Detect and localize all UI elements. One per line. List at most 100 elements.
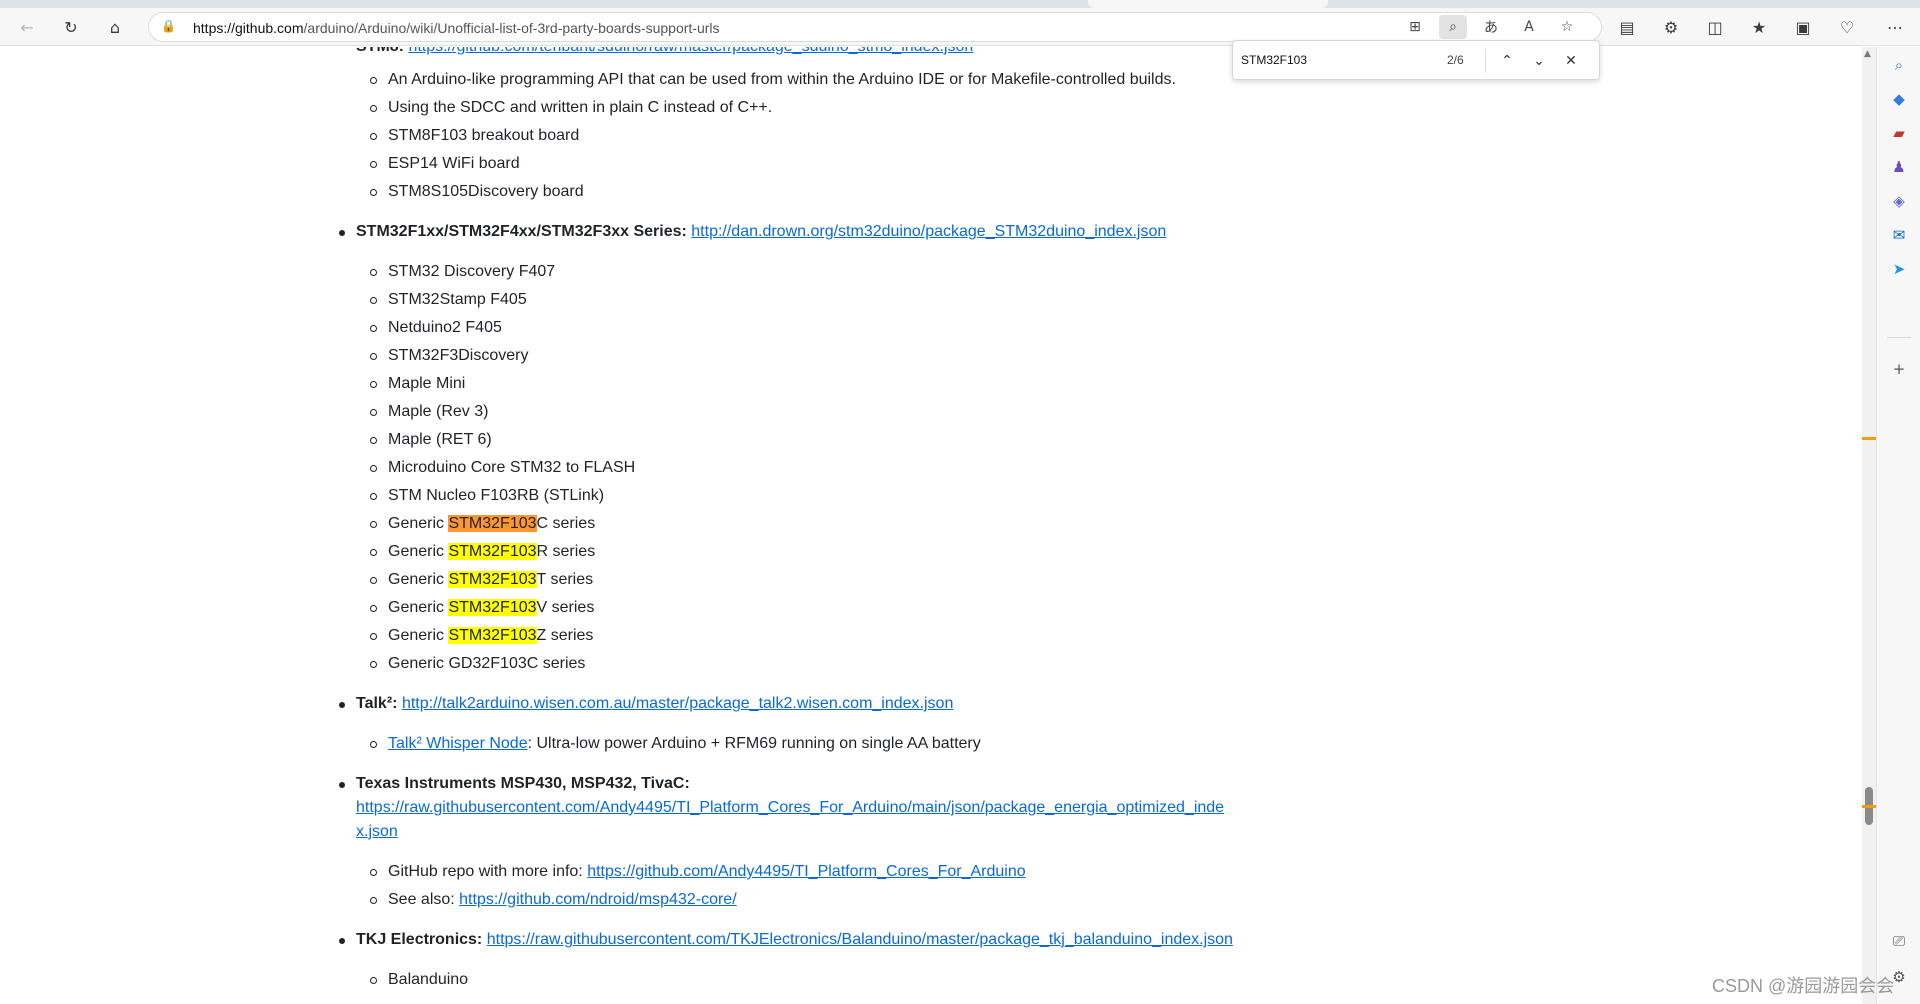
talk2-index-link[interactable]: http://talk2arduino.wisen.com.au/master/… — [402, 695, 953, 712]
item-prefix: Generic — [388, 571, 449, 588]
sidebar-screenshot-button[interactable]: ⎚ — [1885, 927, 1913, 955]
tab-actions-button[interactable]: ▤ — [1612, 12, 1642, 42]
sidebar-drop-button[interactable]: ➤ — [1885, 255, 1913, 283]
sidebar-tools-button[interactable]: ▰ — [1885, 119, 1913, 147]
list-item: STM Nucleo F103RB (STLink) — [388, 487, 605, 504]
ti-index-link[interactable]: https://raw.githubusercontent.com/Andy44… — [356, 799, 1224, 816]
bullet — [370, 409, 377, 416]
extensions-button[interactable]: ⚙ — [1656, 12, 1686, 42]
item-text: : Ultra-low power Arduino + RFM69 runnin… — [527, 735, 981, 752]
refresh-icon: ↻ — [64, 17, 78, 37]
find-highlight-current: STM32F103 — [448, 515, 537, 532]
bullet — [339, 782, 345, 788]
collections-button[interactable]: ▣ — [1788, 12, 1818, 42]
back-button[interactable]: ← — [12, 12, 42, 42]
vertical-scrollbar[interactable]: ▲ — [1862, 47, 1876, 1004]
bullet — [370, 741, 377, 748]
find-highlight: STM32F103 — [448, 571, 537, 588]
sidebar-search-button[interactable]: ⌕ — [1885, 51, 1913, 79]
edge-sidebar: ⌕ ◆ ▰ ♟ ◈ ✉ ➤ + ⎚ ⚙ — [1876, 47, 1920, 1004]
entry-label: Texas Instruments MSP430, MSP432, TivaC: — [356, 775, 690, 792]
list-item: Maple Mini — [388, 375, 466, 392]
home-icon: ⌂ — [109, 17, 121, 37]
bullet — [370, 577, 377, 584]
find-next-button[interactable]: ⌄ — [1527, 49, 1551, 73]
address-bar[interactable]: 🔒 https://github.com/arduino/Arduino/wik… — [148, 12, 1602, 42]
bullet — [370, 325, 377, 332]
list-item: STM8F103 breakout board — [388, 127, 580, 144]
item-suffix: T series — [536, 571, 594, 588]
find-match-marker — [1862, 437, 1876, 440]
bullet — [339, 230, 345, 236]
whisper-node-link[interactable]: Talk² Whisper Node — [388, 735, 528, 752]
sidebar-shopping-button[interactable]: ◆ — [1885, 85, 1913, 113]
find-match-marker — [1862, 805, 1876, 808]
bullet — [370, 381, 377, 388]
find-previous-button[interactable]: ⌃ — [1495, 49, 1519, 73]
browser-essentials-button[interactable]: ♡ — [1832, 12, 1862, 42]
web-page: STM8: https://github.com/tenbaht/sduino/… — [0, 47, 1866, 1004]
item-prefix: Generic — [388, 543, 449, 560]
list-item: Generic GD32F103C series — [388, 655, 586, 672]
bullet — [370, 269, 377, 276]
find-highlight: STM32F103 — [448, 627, 537, 644]
bullet — [370, 521, 377, 528]
bullet — [370, 437, 377, 444]
translate-icon[interactable]: あ — [1477, 15, 1505, 39]
item-suffix: Z series — [536, 627, 594, 644]
scroll-up-arrow-icon[interactable]: ▲ — [1864, 49, 1871, 59]
entry-label: STM32F1xx/STM32F4xx/STM32F3xx Series: — [356, 223, 687, 240]
toolbox-icon: ▰ — [1893, 124, 1905, 142]
lock-icon[interactable]: 🔒 — [161, 19, 176, 35]
favorites-button[interactable]: ★ — [1744, 12, 1774, 42]
chess-piece-icon: ♟ — [1892, 158, 1906, 176]
office-icon: ◈ — [1893, 192, 1905, 210]
sidebar-add-button[interactable]: + — [1885, 355, 1913, 383]
list-item: Talk² Whisper Node: Ultra-low power Ardu… — [388, 730, 981, 758]
apps-icon[interactable]: ⊞ — [1401, 15, 1429, 39]
list-item: STM32 Discovery F407 — [388, 263, 556, 280]
find-highlight: STM32F103 — [448, 543, 537, 560]
list-item: GitHub repo with more info: https://gith… — [388, 858, 1026, 886]
entry-link[interactable]: https://github.com/tenbaht/sduino/raw/ma… — [408, 47, 973, 55]
ti-repo-link[interactable]: https://github.com/Andy4495/TI_Platform_… — [587, 863, 1025, 880]
list-item: Balanduino — [388, 971, 469, 988]
divider — [1887, 337, 1911, 338]
sidebar-office-button[interactable]: ◈ — [1885, 187, 1913, 215]
bullet — [339, 938, 345, 944]
divider — [1485, 49, 1486, 73]
find-input[interactable]: STM32F103 — [1241, 53, 1307, 67]
url-text[interactable]: https://github.com/arduino/Arduino/wiki/… — [193, 20, 720, 36]
item-suffix: R series — [536, 543, 596, 560]
find-match-count: 2/6 — [1447, 53, 1464, 67]
browser-toolbar: ← ↻ ⌂ 🔒 https://github.com/arduino/Ardui… — [0, 8, 1920, 46]
url-host: https://github.com — [193, 20, 304, 36]
refresh-button[interactable]: ↻ — [56, 12, 86, 42]
list-item: Using the SDCC and written in plain C in… — [388, 99, 773, 116]
item-suffix: V series — [536, 599, 595, 616]
sidebar-outlook-button[interactable]: ✉ — [1885, 221, 1913, 249]
tkj-entry: TKJ Electronics: https://raw.githubuserc… — [356, 926, 1233, 954]
plus-icon: + — [1892, 360, 1906, 378]
find-close-button[interactable]: ✕ — [1559, 49, 1583, 73]
favorite-star-icon[interactable]: ☆ — [1553, 15, 1581, 39]
split-screen-button[interactable]: ◫ — [1700, 12, 1730, 42]
bullet — [370, 161, 377, 168]
more-menu-button[interactable]: ⋯ — [1880, 12, 1910, 42]
sidebar-games-button[interactable]: ♟ — [1885, 153, 1913, 181]
list-item: Netduino2 F405 — [388, 319, 502, 336]
tkj-index-link[interactable]: https://raw.githubusercontent.com/TKJEle… — [487, 931, 1233, 948]
active-tab[interactable] — [1088, 0, 1328, 8]
stm32-index-link[interactable]: http://dan.drown.org/stm32duino/package_… — [691, 223, 1166, 240]
bullet — [370, 77, 377, 84]
shopping-tag-icon: ◆ — [1893, 90, 1905, 108]
find-icon[interactable]: ⌕ — [1439, 15, 1467, 39]
ti-index-link[interactable]: x.json — [356, 823, 398, 840]
bullet — [370, 605, 377, 612]
home-button[interactable]: ⌂ — [100, 12, 130, 42]
list-item: Generic STM32F103C series — [388, 510, 595, 538]
send-icon: ➤ — [1892, 260, 1906, 278]
msp432-core-link[interactable]: https://github.com/ndroid/msp432-core/ — [459, 891, 736, 908]
item-prefix: Generic — [388, 627, 449, 644]
read-aloud-icon[interactable]: A — [1515, 15, 1543, 39]
